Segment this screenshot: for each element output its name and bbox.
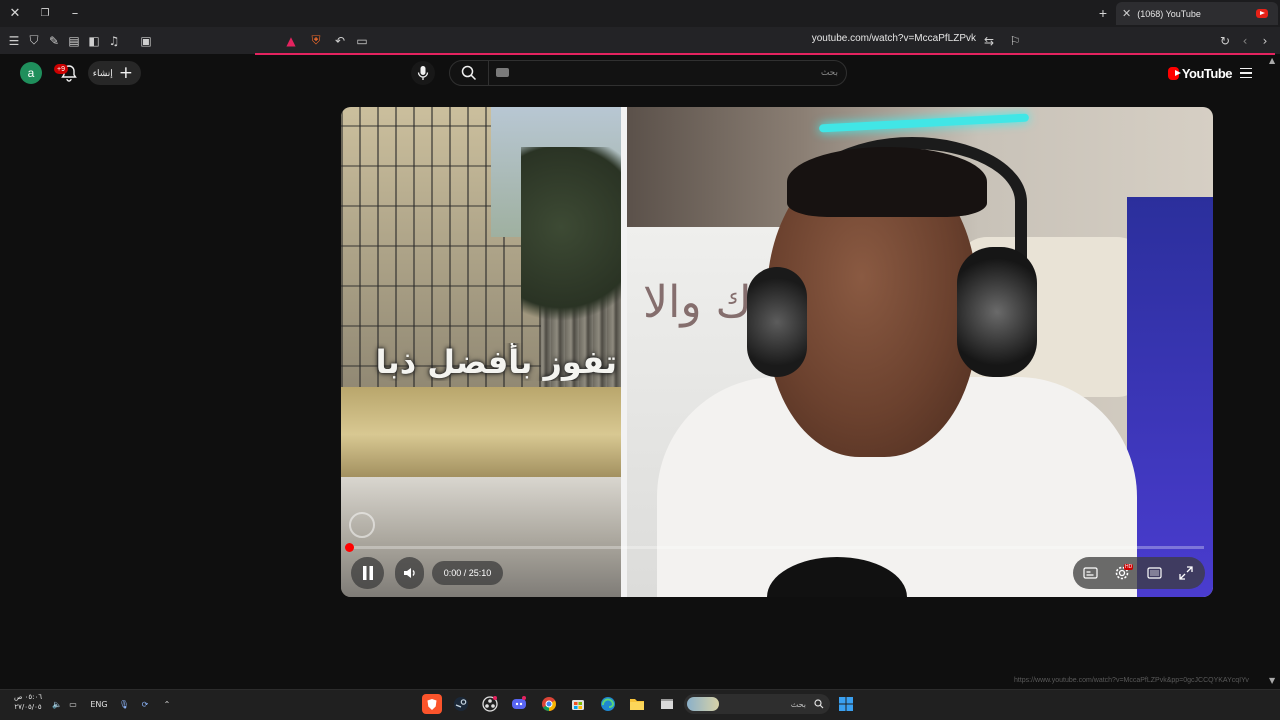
channel-watermark-icon (349, 512, 375, 538)
create-label: إنشاء (92, 67, 113, 78)
bookmark-icon[interactable]: ⚐ (1006, 32, 1024, 49)
search-input[interactable] (512, 63, 838, 83)
taskbar-search-icon (814, 699, 824, 709)
plus-icon: + (118, 62, 133, 83)
taskbar-search-placeholder: بحث (790, 699, 806, 709)
fullscreen-icon (1179, 566, 1193, 580)
search-highlight-thumbnail (687, 697, 719, 711)
miniplayer-button[interactable] (1144, 564, 1164, 582)
new-tab-button[interactable]: + (1094, 4, 1112, 22)
clock-time: ٠٥:٠٦ ص (13, 693, 43, 701)
music-icon[interactable]: ♫ (105, 32, 123, 49)
window-app-icon[interactable] (657, 694, 677, 714)
search-icon (461, 65, 477, 81)
microphone-icon (417, 66, 429, 80)
account-avatar[interactable]: a (20, 62, 42, 84)
forward-icon[interactable]: › (1256, 32, 1274, 49)
video-left-pane: تفوز بأفضل ذبا (341, 107, 621, 597)
close-window-icon[interactable]: ✕ (4, 3, 26, 23)
show-hidden-icons-icon[interactable]: ⌃ (160, 697, 174, 711)
keyboard-icon[interactable] (496, 68, 509, 77)
youtube-favicon-icon (1256, 9, 1268, 18)
youtube-logo-text: YouTube (1181, 65, 1233, 81)
reload-icon[interactable]: ↻ (1216, 32, 1234, 49)
volume-icon (403, 568, 415, 578)
tab-youtube[interactable]: ✕ (1068) YouTube (1116, 2, 1278, 25)
progress-scrubber[interactable] (345, 543, 354, 552)
video-player[interactable]: تفوز بأفضل ذبا تراك والا (341, 107, 1213, 597)
guide-menu-button[interactable] (1236, 63, 1256, 83)
reader-icon[interactable]: ▤ (65, 32, 83, 49)
restore-window-icon[interactable]: ❐ (34, 3, 56, 23)
search-button[interactable] (452, 62, 486, 84)
search-divider (488, 61, 489, 85)
shield-icon[interactable]: ⛉ (25, 32, 43, 49)
youtube-play-logo-icon (1168, 66, 1181, 80)
alert-extension-icon[interactable]: ▲ (282, 32, 300, 49)
sync-tray-icon[interactable]: ⟳ (138, 697, 152, 711)
store-app-icon[interactable] (568, 694, 588, 714)
taskbar-search-box[interactable]: بحث (684, 694, 830, 714)
steam-app-icon[interactable] (451, 694, 471, 714)
taskbar-clock[interactable]: ٠٥:٠٦ ص ٢٧/٠٥/٠٥ (10, 692, 46, 712)
voice-search-button[interactable] (411, 61, 435, 85)
share-icon[interactable]: ⇆ (980, 32, 998, 49)
progress-bar[interactable] (349, 546, 1204, 549)
wallet-icon[interactable]: ▣ (137, 32, 155, 49)
video-right-pane: تراك والا (627, 107, 1213, 597)
network-icon[interactable]: ▭ (66, 697, 80, 711)
windows-start-icon[interactable] (836, 694, 856, 714)
notifications-badge: +9 (54, 64, 68, 74)
mute-button[interactable] (395, 557, 424, 589)
browser-titlebar: ✕ ❐ – + ✕ (1068) YouTube (0, 0, 1280, 27)
mic-tray-icon[interactable]: 🎙 (117, 697, 131, 711)
menu-icon[interactable]: ☰ (5, 32, 23, 49)
screen-icon[interactable]: ▭ (353, 32, 371, 49)
back-arrow-icon[interactable]: ↶ (331, 32, 349, 49)
brave-app-icon[interactable] (422, 694, 442, 714)
create-button[interactable]: إنشاء + (88, 61, 141, 85)
time-display: 0:00 / 25:10 (432, 561, 503, 585)
video-caption-overlay: تفوز بأفضل ذبا (375, 343, 617, 381)
address-bar-url[interactable]: youtube.com/watch?v=MccaPfLZPvk (760, 33, 976, 44)
sidebar-icon[interactable]: ◧ (85, 32, 103, 49)
scroll-down-arrow-icon[interactable]: ▼ (1269, 676, 1275, 685)
obs-app-icon[interactable] (480, 694, 500, 714)
youtube-logo[interactable]: YouTube (1168, 64, 1233, 82)
pause-button[interactable] (351, 557, 384, 589)
brave-shield-icon[interactable]: ⛨ (307, 32, 325, 49)
edge-app-icon[interactable] (598, 694, 618, 714)
tab-title: (1068) YouTube (1137, 8, 1201, 19)
subtitles-button[interactable] (1080, 564, 1100, 582)
clock-date: ٢٧/٠٥/٠٥ (14, 703, 42, 711)
fullscreen-button[interactable] (1176, 564, 1196, 582)
subtitles-icon (1082, 567, 1098, 579)
extension-icon[interactable]: ✎ (45, 32, 63, 49)
miniplayer-icon (1146, 567, 1162, 579)
minimize-window-icon[interactable]: – (64, 3, 86, 23)
speaker-icon[interactable]: 🔈 (50, 697, 64, 711)
back-icon[interactable]: ‹ (1236, 32, 1254, 49)
file-explorer-app-icon[interactable] (627, 694, 647, 714)
tab-close-icon[interactable]: ✕ (1122, 7, 1131, 20)
discord-app-icon[interactable] (509, 694, 529, 714)
loading-accent-line (255, 53, 1275, 55)
status-bar-url: https://www.youtube.com/watch?v=MccaPfLZ… (1014, 677, 1249, 684)
hd-badge: HD (1124, 564, 1134, 570)
chrome-app-icon[interactable] (539, 694, 559, 714)
scroll-up-arrow-icon[interactable]: ▲ (1269, 56, 1275, 65)
browser-toolbar: ☰ ⛉ ✎ ▤ ◧ ♫ ▣ ▲ ⛨ ↶ ▭ youtube.com/watch?… (0, 27, 1280, 54)
pause-icon (362, 566, 373, 580)
language-indicator[interactable]: ENG (88, 697, 110, 711)
